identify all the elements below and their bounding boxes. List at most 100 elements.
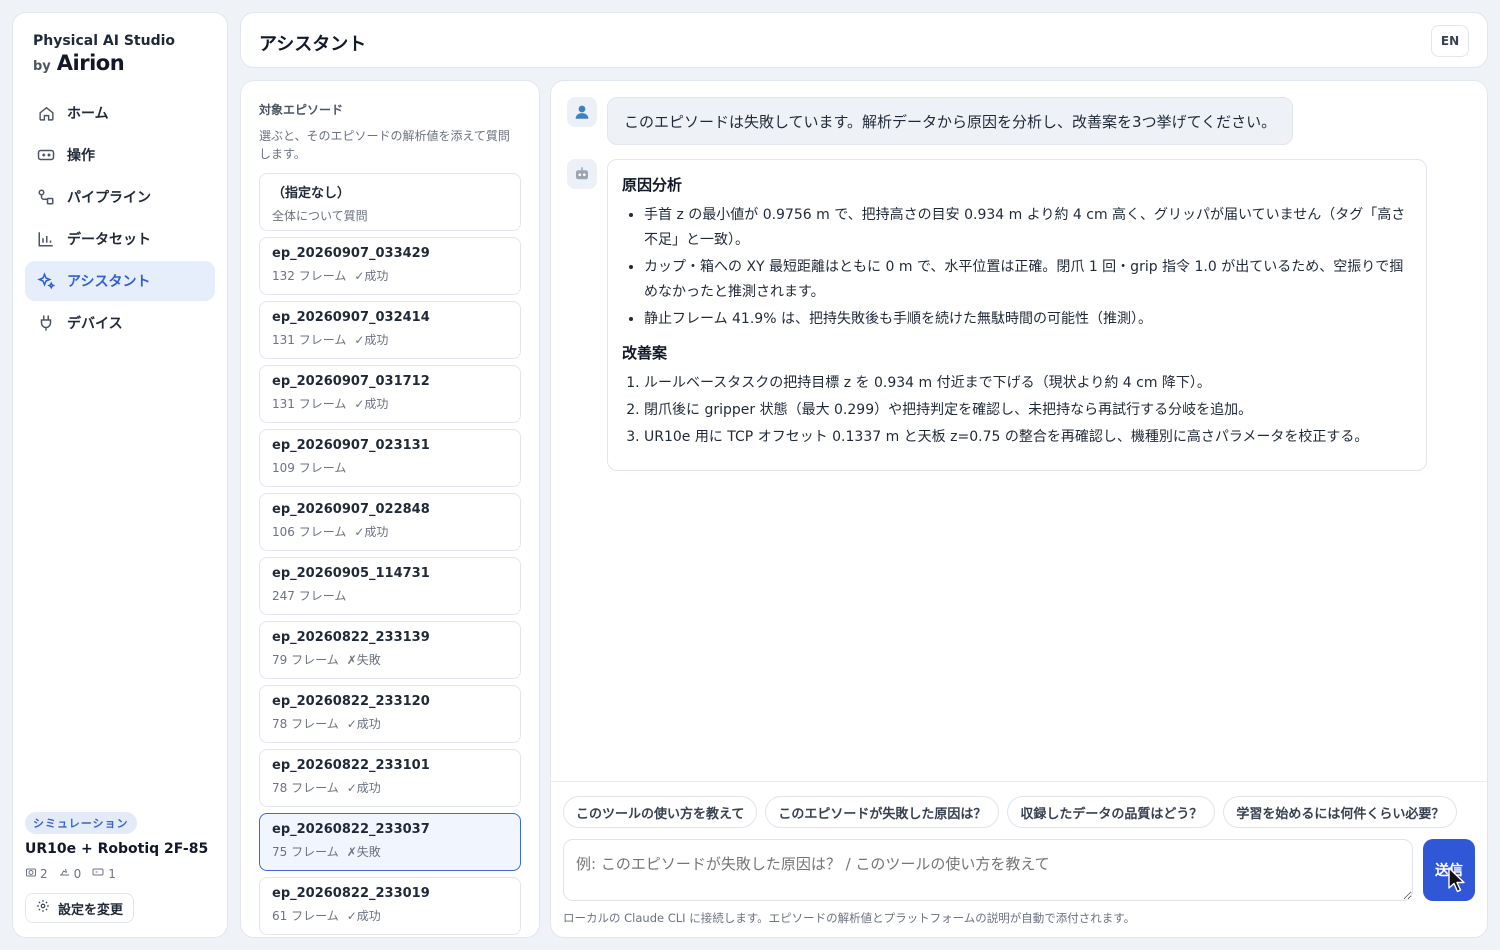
analysis-item: カップ・箱への XY 最短距離はともに 0 m で、水平位置は正確。閉爪 1 回… xyxy=(644,255,1410,305)
episode-card[interactable]: ep_20260907_033429 132 フレーム ✓成功 xyxy=(259,237,521,295)
episode-panel-heading: 対象エピソード xyxy=(259,103,344,117)
episode-frames: 131 フレーム xyxy=(272,397,347,411)
sidebar-item-label: ホーム xyxy=(67,106,109,122)
episode-panel-description: 選ぶと、そのエピソードの解析値を添えて質問します。 xyxy=(259,129,510,161)
plug-icon xyxy=(37,314,55,332)
episode-frames: 131 フレーム xyxy=(272,333,347,347)
analysis-list: 手首 z の最小値が 0.9756 m で、把持高さの目安 0.934 m より… xyxy=(622,203,1410,332)
chat-composer: このツールの使い方を教えて このエピソードが失敗した原因は？ 収録したデータの品… xyxy=(551,781,1487,937)
airion-logo: Airion xyxy=(56,51,125,75)
episode-card[interactable]: ep_20260907_022848 106 フレーム ✓成功 xyxy=(259,493,521,551)
arm-stat: 0 xyxy=(58,866,82,881)
episode-frames: 78 フレーム xyxy=(272,781,339,795)
controller-icon xyxy=(91,866,105,881)
improvement-item: UR10e 用に TCP オフセット 0.1337 m と天板 z=0.75 の… xyxy=(644,425,1410,450)
episode-frames: 106 フレーム xyxy=(272,525,347,539)
sidebar-item-pipeline[interactable]: パイプライン xyxy=(25,177,215,217)
sidebar-item-label: デバイス xyxy=(67,316,123,332)
page-title: アシスタント xyxy=(259,34,367,55)
episode-name: ep_20260822_233139 xyxy=(272,630,430,645)
analysis-item: 静止フレーム 41.9% は、把持失敗後も手順を続けた無駄時間の可能性（推測）。 xyxy=(644,307,1410,332)
camera-count: 2 xyxy=(40,866,48,881)
episode-name: ep_20260822_233101 xyxy=(272,758,430,773)
episode-card[interactable]: ep_20260907_031712 131 フレーム ✓成功 xyxy=(259,365,521,423)
episode-none-subtitle: 全体について質問 xyxy=(272,209,368,223)
chat-panel: このエピソードは失敗しています。解析データから原因を分析し、改善案を3つ挙げてく… xyxy=(550,80,1488,938)
analysis-item: 手首 z の最小値が 0.9756 m で、把持高さの目安 0.934 m より… xyxy=(644,203,1410,253)
sidebar-item-device[interactable]: デバイス xyxy=(25,303,215,343)
controller-stat: 1 xyxy=(91,866,116,881)
episode-name: ep_20260822_233019 xyxy=(272,886,430,901)
episode-frames: 79 フレーム xyxy=(272,653,339,667)
suggestion-chip[interactable]: このエピソードが失敗した原因は？ xyxy=(765,796,1000,828)
chat-input[interactable] xyxy=(563,839,1413,901)
episode-list: （指定なし） 全体について質問 ep_20260907_033429 132 フ… xyxy=(259,173,521,937)
gamepad-icon xyxy=(37,146,55,164)
brand-name: Physical AI Studio xyxy=(33,33,176,49)
episode-card[interactable]: ep_20260907_032414 131 フレーム ✓成功 xyxy=(259,301,521,359)
page-header: アシスタント EN xyxy=(240,12,1488,68)
user-message: このエピソードは失敗しています。解析データから原因を分析し、改善案を3つ挙げてく… xyxy=(607,97,1294,145)
composer-note: ローカルの Claude CLI に接続します。エピソードの解析値とプラットフォ… xyxy=(563,911,1136,925)
episode-status: ✓成功 xyxy=(354,525,389,539)
episode-card-selected[interactable]: ep_20260822_233037 75 フレーム ✗失敗 xyxy=(259,813,521,871)
robot-arm-icon xyxy=(58,866,71,881)
chart-icon xyxy=(37,230,55,248)
sidebar-item-label: データセット xyxy=(67,232,151,248)
episode-status: ✗失敗 xyxy=(346,845,381,859)
arm-count: 0 xyxy=(73,866,82,881)
sidebar-item-home[interactable]: ホーム xyxy=(25,93,215,133)
pipeline-icon xyxy=(37,188,55,206)
improvement-list: ルールベースタスクの把持目標 z を 0.934 m 付近まで下げる（現状より約… xyxy=(622,371,1410,450)
suggestion-chips: このツールの使い方を教えて このエピソードが失敗した原因は？ 収録したデータの品… xyxy=(563,796,1458,828)
brand-by: by xyxy=(33,59,51,74)
episode-card[interactable]: ep_20260905_114731 247 フレーム xyxy=(259,557,521,615)
device-stats: 2 0 1 xyxy=(25,866,116,881)
suggestion-chip[interactable]: 学習を始めるには何件くらい必要？ xyxy=(1223,796,1458,828)
sidebar-nav: ホーム 操作 パイプライン データセット アシスタント デバイス xyxy=(25,93,215,345)
camera-icon xyxy=(25,866,37,881)
simulation-badge: シミュレーション xyxy=(25,812,137,834)
episode-card[interactable]: ep_20260822_233101 78 フレーム ✓成功 xyxy=(259,749,521,807)
episode-frames: 132 フレーム xyxy=(272,269,347,283)
episode-card[interactable]: ep_20260907_023131 109 フレーム xyxy=(259,429,521,487)
suggestion-chip[interactable]: 収録したデータの品質はどう？ xyxy=(1007,796,1216,828)
episode-card[interactable]: ep_20260822_233120 78 フレーム ✓成功 xyxy=(259,685,521,743)
analysis-heading: 原因分析 xyxy=(622,176,683,194)
episode-status: ✓成功 xyxy=(354,333,389,347)
robot-avatar-icon xyxy=(567,159,597,189)
controller-count: 1 xyxy=(108,866,116,881)
episode-frames: 78 フレーム xyxy=(272,717,339,731)
episode-status: ✗失敗 xyxy=(346,653,381,667)
brand: Physical AI Studio by Airion xyxy=(33,33,175,75)
gear-icon xyxy=(36,899,50,917)
episode-card[interactable]: ep_20260822_233139 79 フレーム ✗失敗 xyxy=(259,621,521,679)
episode-frames: 75 フレーム xyxy=(272,845,339,859)
camera-stat: 2 xyxy=(25,866,48,881)
mouse-cursor-icon xyxy=(1448,867,1465,893)
sidebar-item-assistant[interactable]: アシスタント xyxy=(25,261,215,301)
episode-name: ep_20260907_032414 xyxy=(272,310,430,325)
episode-none-option[interactable]: （指定なし） 全体について質問 xyxy=(259,173,521,231)
sidebar-item-label: パイプライン xyxy=(67,190,151,206)
episode-name: ep_20260907_023131 xyxy=(272,438,430,453)
episode-status: ✓成功 xyxy=(346,717,381,731)
episode-frames: 247 フレーム xyxy=(272,589,347,603)
episode-none-title: （指定なし） xyxy=(272,186,351,201)
episode-name: ep_20260905_114731 xyxy=(272,566,430,581)
language-toggle-button[interactable]: EN xyxy=(1431,25,1469,57)
suggestion-chip[interactable]: このツールの使い方を教えて xyxy=(563,796,758,828)
episode-name: ep_20260822_233120 xyxy=(272,694,430,709)
episode-frames: 109 フレーム xyxy=(272,461,347,475)
episode-card[interactable]: ep_20260822_233019 61 フレーム ✓成功 xyxy=(259,877,521,935)
episode-status: ✓成功 xyxy=(354,269,389,283)
assistant-message: 原因分析 手首 z の最小値が 0.9756 m で、把持高さの目安 0.934… xyxy=(607,159,1427,471)
episode-name: ep_20260907_022848 xyxy=(272,502,430,517)
change-settings-button[interactable]: 設定を変更 xyxy=(25,893,135,923)
sidebar-item-control[interactable]: 操作 xyxy=(25,135,215,175)
settings-label: 設定を変更 xyxy=(58,902,124,918)
episode-name: ep_20260907_033429 xyxy=(272,246,430,261)
sparkles-icon xyxy=(37,272,55,290)
sidebar-item-dataset[interactable]: データセット xyxy=(25,219,215,259)
episode-status: ✓成功 xyxy=(346,781,381,795)
